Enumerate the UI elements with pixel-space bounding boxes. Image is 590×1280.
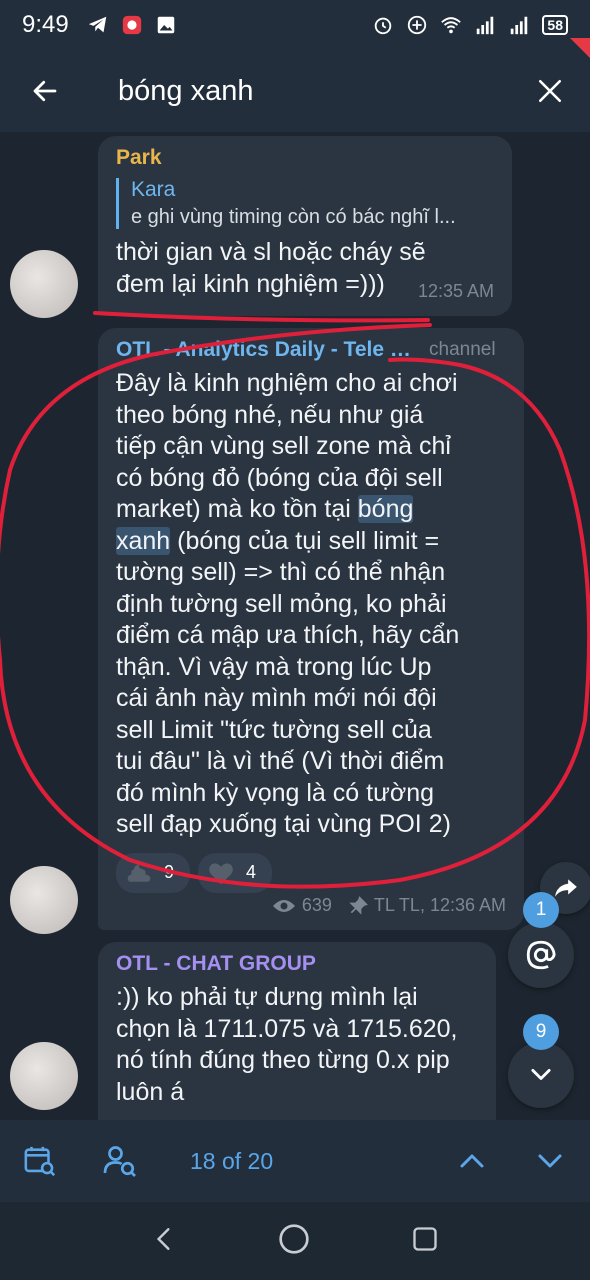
share-icon bbox=[555, 879, 577, 897]
sender-name[interactable]: Park bbox=[116, 146, 494, 170]
sender-name[interactable]: OTL - Analytics Daily - Tele C... bbox=[116, 338, 421, 362]
scroll-down-button[interactable] bbox=[508, 1042, 574, 1108]
message-line: xanh (bóng của tụi sell limit = bbox=[116, 526, 506, 558]
reaction-heart[interactable]: 4 bbox=[198, 852, 273, 893]
nav-home-button[interactable] bbox=[278, 1223, 310, 1260]
message-line: market) mà ko tồn tại bóng bbox=[116, 494, 506, 526]
message-line: sell đạp xuống tại vùng POI 2) bbox=[116, 810, 451, 838]
calendar-search-icon bbox=[24, 1146, 56, 1177]
alarm-icon bbox=[375, 17, 392, 35]
clear-search-button[interactable] bbox=[510, 50, 590, 132]
message-line: nó tính đúng theo từng 0.x pip bbox=[116, 1046, 450, 1074]
search-app-bar: bóng xanh bbox=[0, 50, 590, 132]
message-segment: market) mà ko tồn tại bbox=[116, 495, 351, 523]
heart-icon bbox=[209, 862, 233, 884]
reply-quote[interactable]: Kara e ghi vùng timing còn có bác nghĩ l… bbox=[116, 178, 494, 229]
unread-badge: 9 bbox=[523, 1014, 559, 1050]
message-line: có bóng đỏ (bóng của đội sell bbox=[116, 463, 443, 492]
image-icon bbox=[157, 16, 174, 34]
message-line: tui đâu" là vì thế (Vì thời điểm bbox=[116, 747, 445, 775]
message-line: đó mình kỳ vọng là có tường bbox=[116, 778, 435, 807]
message-meta: 639 TL TL, 12:36 AM bbox=[272, 895, 506, 916]
avatar[interactable] bbox=[10, 250, 78, 318]
message-line: theo bóng nhé, nếu như giá bbox=[116, 400, 424, 429]
reaction-count: 9 bbox=[164, 862, 175, 882]
poop-icon bbox=[127, 863, 151, 882]
reply-sender: Kara bbox=[131, 178, 176, 201]
search-input[interactable]: bóng xanh bbox=[90, 75, 510, 108]
user-search-icon bbox=[103, 1146, 136, 1177]
eye-icon bbox=[272, 899, 295, 912]
wifi-icon bbox=[441, 17, 462, 34]
search-highlight: xanh bbox=[116, 526, 171, 555]
message-line: định tường sell mỏng, ko phải bbox=[116, 589, 447, 618]
message-line: Đây là kinh nghiệm cho ai chơi bbox=[116, 369, 458, 397]
previous-result-button[interactable] bbox=[444, 1120, 500, 1202]
message-segment: (bóng của tụi sell limit = bbox=[177, 526, 440, 555]
recents-square-icon bbox=[413, 1226, 437, 1251]
status-bar: 9:49 58 bbox=[0, 0, 590, 50]
mention-badge: 1 bbox=[523, 892, 559, 928]
sender-name[interactable]: OTL - CHAT GROUP bbox=[116, 952, 478, 976]
search-result-counter: 18 of 20 bbox=[190, 1148, 274, 1174]
search-navigation-bar: 18 of 20 bbox=[0, 1120, 590, 1202]
chevron-down-icon bbox=[531, 1068, 551, 1080]
system-navigation-bar bbox=[0, 1202, 590, 1280]
message-time: 12:35 AM bbox=[417, 281, 494, 301]
view-count: 639 bbox=[301, 895, 332, 915]
message-line: chọn là 1711.075 và 1715.620, bbox=[116, 1014, 458, 1043]
signal-icon bbox=[477, 16, 494, 35]
status-time: 9:49 bbox=[22, 11, 69, 38]
battery-indicator: 58 bbox=[542, 15, 568, 35]
next-result-button[interactable] bbox=[522, 1120, 578, 1202]
message-bubble[interactable]: Park Kara e ghi vùng timing còn có bác n… bbox=[98, 136, 512, 316]
search-highlight: bóng bbox=[357, 495, 414, 523]
chevron-down-icon bbox=[538, 1154, 562, 1168]
at-sign-icon bbox=[526, 940, 556, 970]
message-line: thời gian và sl hoặc cháy sẽ bbox=[116, 238, 426, 266]
nav-back-button[interactable] bbox=[151, 1224, 177, 1259]
message-time: TL TL, 12:36 AM bbox=[373, 895, 506, 915]
back-triangle-icon bbox=[156, 1227, 170, 1250]
channel-tag: channel bbox=[429, 339, 496, 360]
avatar[interactable] bbox=[10, 1042, 78, 1110]
reaction-count: 4 bbox=[246, 862, 257, 882]
corner-indicator bbox=[570, 38, 590, 58]
data-saver-icon bbox=[408, 15, 427, 35]
reaction-poop[interactable]: 9 bbox=[116, 852, 191, 893]
back-button[interactable] bbox=[0, 50, 90, 132]
close-icon bbox=[538, 79, 562, 103]
nav-recents-button[interactable] bbox=[411, 1225, 439, 1258]
search-by-user-button[interactable] bbox=[80, 1120, 160, 1202]
message-line: tường sell) => thì có thể nhận bbox=[116, 558, 446, 586]
message-line: luôn á bbox=[116, 1077, 185, 1106]
reactions-row: 9 4 bbox=[116, 852, 506, 893]
app-notification-icon bbox=[122, 15, 141, 35]
chevron-up-icon bbox=[460, 1154, 484, 1168]
arrow-left-icon bbox=[33, 80, 57, 102]
message-line: :)) ko phải tự dưng mình lại bbox=[116, 983, 418, 1011]
mention-button[interactable] bbox=[508, 922, 574, 988]
signal-icon-2 bbox=[511, 16, 528, 35]
chat-area[interactable]: Park Kara e ghi vùng timing còn có bác n… bbox=[0, 132, 590, 1120]
reply-text: e ghi vùng timing còn có bác nghĩ l... bbox=[131, 206, 456, 228]
message-bubble[interactable]: OTL - CHAT GROUP :)) ko phải tự dưng mìn… bbox=[98, 942, 496, 1120]
message-line: thận. Vì vậy mà trong lúc Up bbox=[116, 652, 432, 681]
message-line: điểm cá mập ưa thích, hãy cẩn bbox=[116, 621, 460, 649]
avatar[interactable] bbox=[10, 866, 78, 934]
message-line: sell Limit "tức tường sell của bbox=[116, 715, 432, 744]
message-bubble[interactable]: OTL - Analytics Daily - Tele C... channe… bbox=[98, 328, 524, 930]
message-line: cái ảnh này mình mới nói đội bbox=[116, 684, 437, 712]
pin-icon bbox=[349, 895, 368, 915]
home-circle-icon bbox=[279, 1223, 309, 1254]
search-by-date-button[interactable] bbox=[0, 1120, 80, 1202]
telegram-icon bbox=[88, 16, 106, 33]
message-line: tiếp cận vùng sell zone mà chỉ bbox=[116, 432, 451, 460]
